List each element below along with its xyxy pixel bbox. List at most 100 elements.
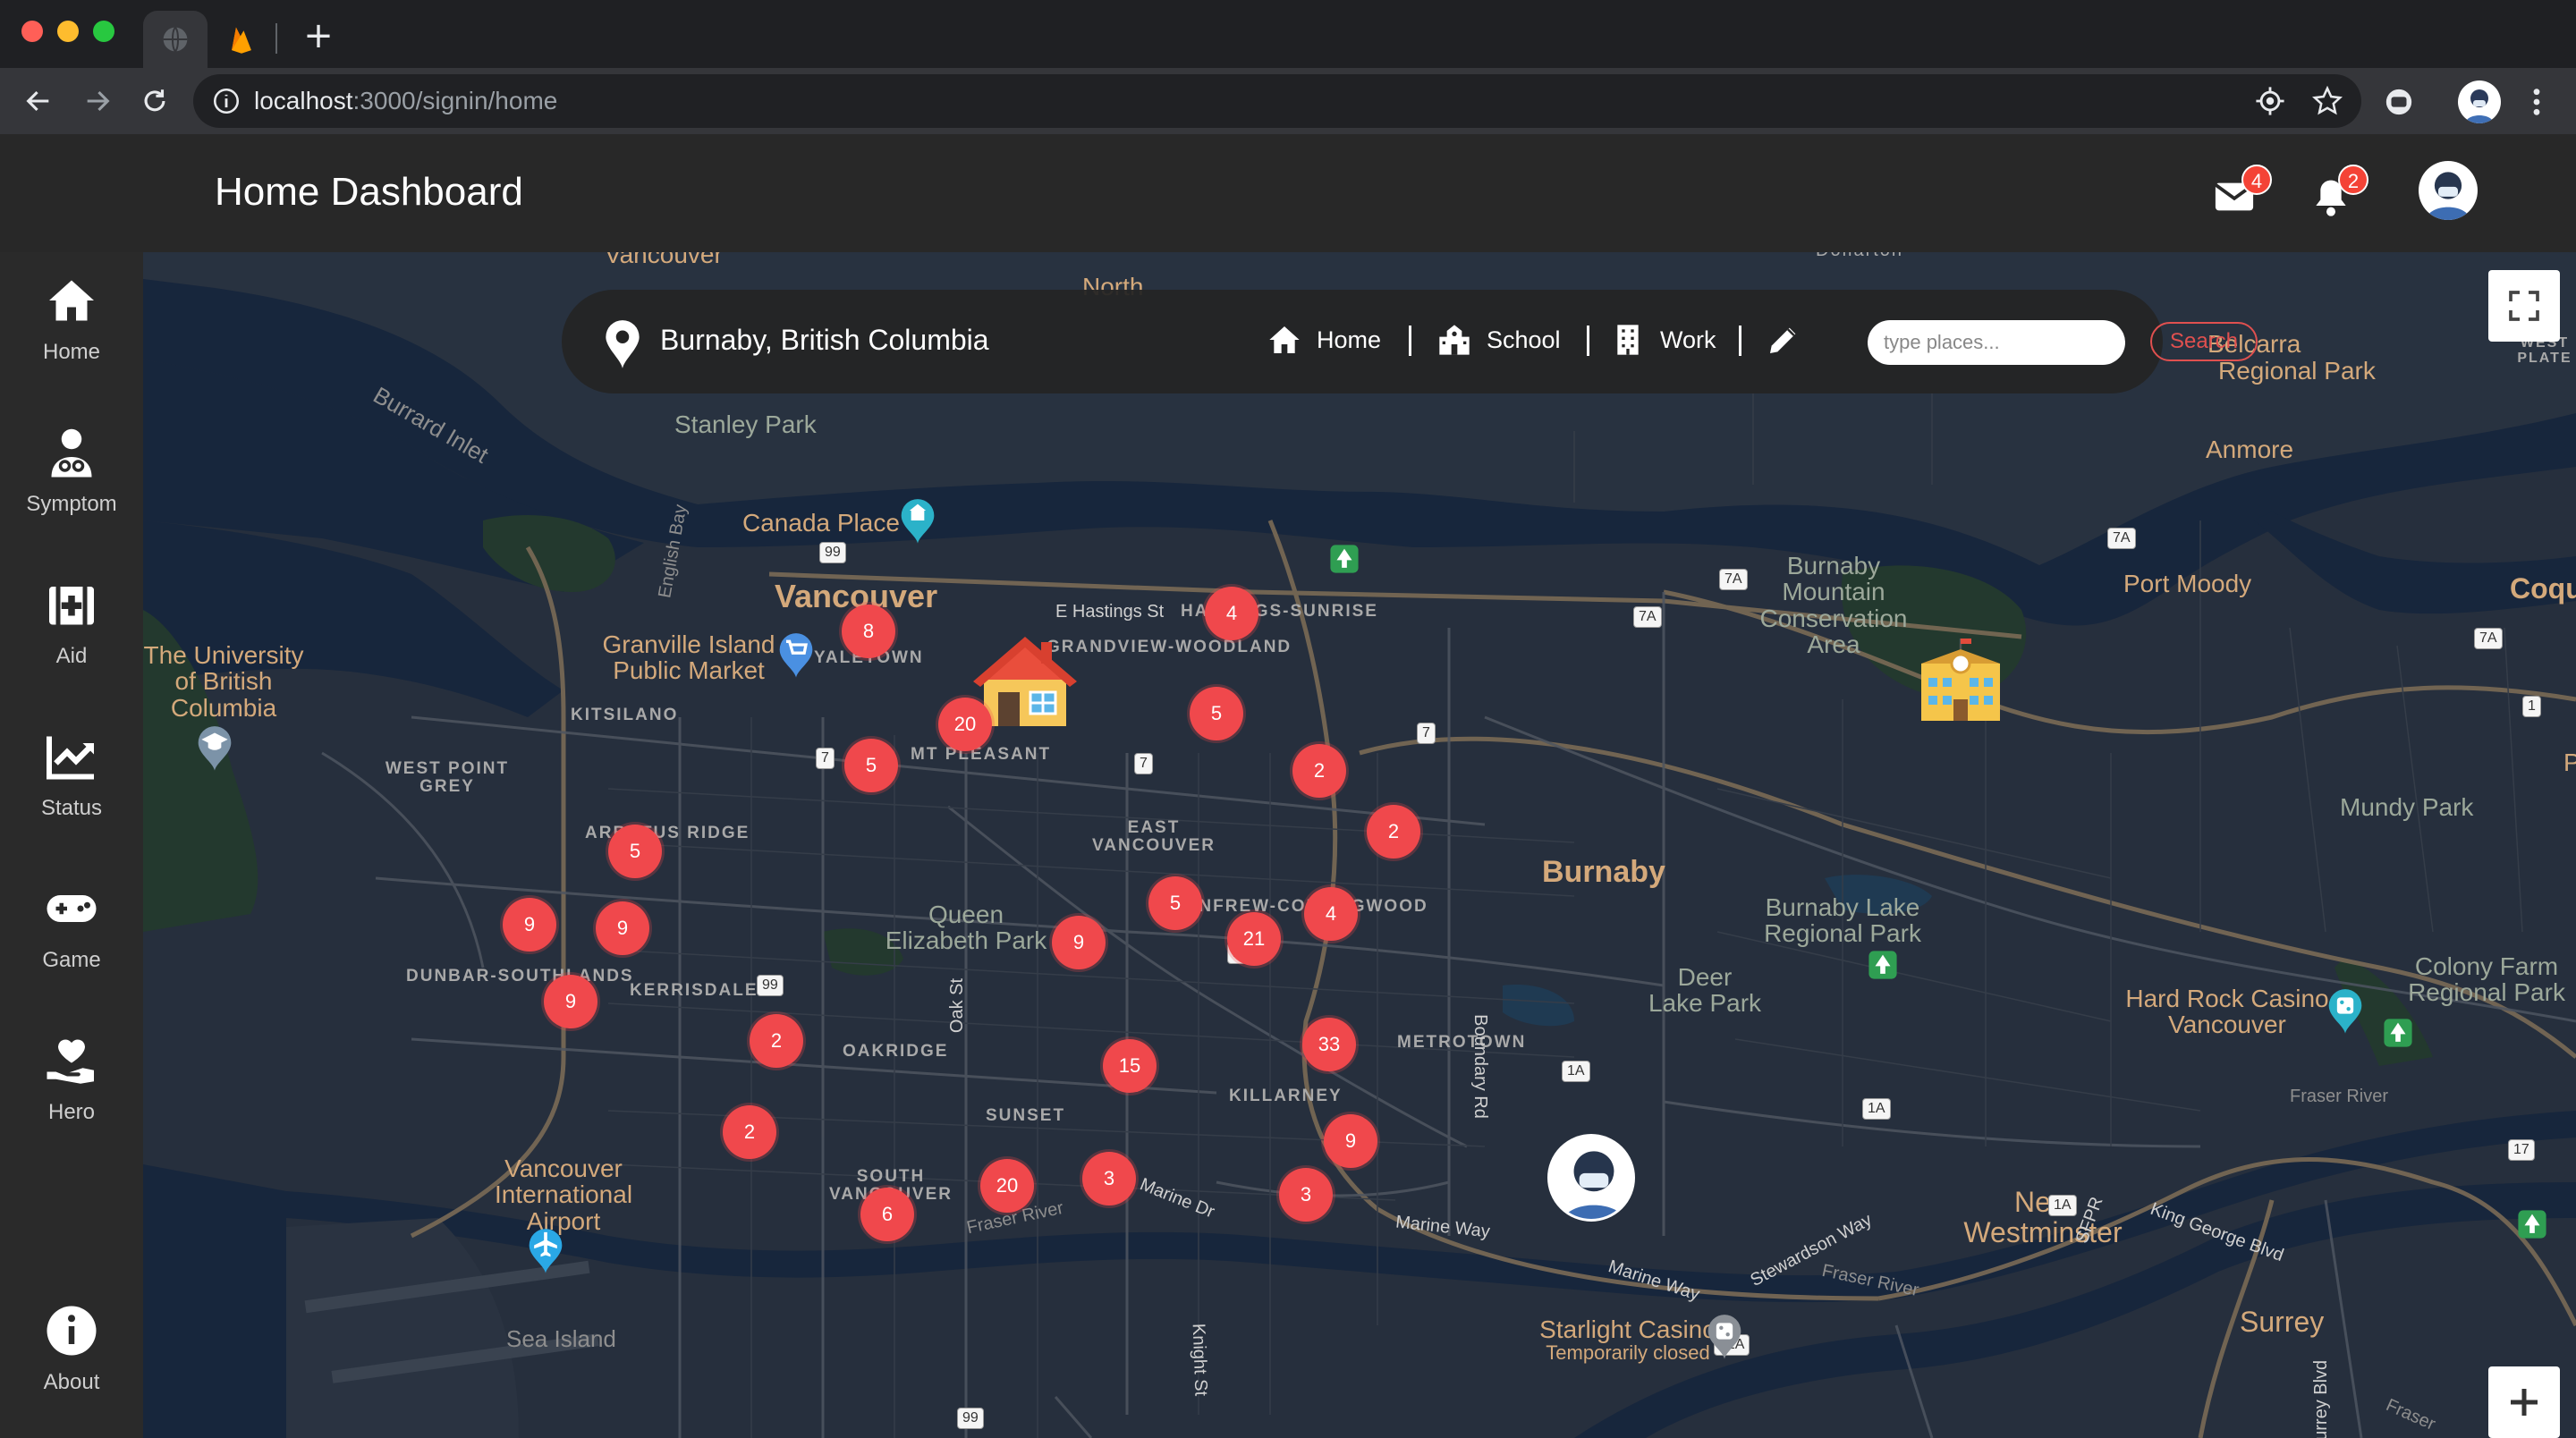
- casino-marker-icon[interactable]: [2326, 985, 2365, 1036]
- case-cluster[interactable]: 2: [750, 1014, 803, 1068]
- label-west-plate-2: PLATE: [2517, 350, 2572, 366]
- search-button[interactable]: Search: [2150, 322, 2258, 361]
- sidebar-item-game[interactable]: Game: [0, 860, 143, 994]
- label-starlight-2: Temporarily closed: [1546, 1341, 1710, 1365]
- park-marker-icon[interactable]: [1329, 544, 1360, 574]
- park-marker-icon[interactable]: [2383, 1018, 2413, 1048]
- minimize-window-button[interactable]: [57, 21, 79, 42]
- zoom-in-button[interactable]: [2488, 1366, 2560, 1438]
- browser-tab-firebase[interactable]: [215, 11, 268, 68]
- route-shield-17: 17: [2508, 1139, 2535, 1161]
- label-yvr-1: Vancouver: [504, 1155, 623, 1182]
- case-cluster[interactable]: 6: [860, 1188, 914, 1241]
- sidebar-item-about[interactable]: About: [0, 1282, 143, 1417]
- label-cf-2: Regional Park: [2408, 978, 2565, 1007]
- bookmark-button[interactable]: [2309, 83, 2345, 119]
- label-canada-place: Canada Place: [742, 509, 900, 537]
- pencil-icon: [1770, 327, 1796, 353]
- sidebar-item-status[interactable]: Status: [0, 708, 143, 842]
- case-cluster[interactable]: 2: [723, 1105, 776, 1159]
- label-killarney: KILLARNEY: [1229, 1087, 1343, 1105]
- new-tab-button[interactable]: +: [299, 16, 338, 55]
- user-location-avatar[interactable]: [1547, 1134, 1635, 1222]
- close-window-button[interactable]: [21, 21, 43, 42]
- case-cluster[interactable]: 9: [1324, 1114, 1377, 1168]
- fullscreen-button[interactable]: [2488, 270, 2560, 342]
- park-marker-icon[interactable]: [1868, 950, 1898, 980]
- shopping-cart-marker-icon[interactable]: [776, 630, 816, 680]
- case-cluster[interactable]: 3: [1279, 1168, 1333, 1222]
- case-cluster[interactable]: 8: [842, 605, 895, 658]
- forward-button[interactable]: [75, 79, 120, 123]
- extension-icon: [2385, 89, 2412, 115]
- sidebar-item-label: Aid: [55, 644, 88, 668]
- notification-count-badge: 2: [2338, 165, 2368, 195]
- back-button[interactable]: [16, 79, 61, 123]
- case-cluster[interactable]: 15: [1103, 1039, 1157, 1093]
- case-cluster[interactable]: 9: [503, 898, 556, 952]
- label-granville: Granville Island Public Market: [599, 631, 778, 684]
- label-burnaby-mountain: Burnaby Mountain Conservation Area: [1744, 553, 1923, 658]
- case-cluster[interactable]: 20: [980, 1159, 1034, 1213]
- sidebar-item-aid[interactable]: Aid: [0, 556, 143, 690]
- label-granville-1: Granville Island: [602, 630, 775, 658]
- route-shield-99: 99: [819, 542, 846, 563]
- case-cluster[interactable]: 9: [544, 975, 597, 1028]
- route-shield-7a: 7A: [2107, 528, 2136, 549]
- user-avatar[interactable]: [2419, 161, 2478, 220]
- label-dunbar: DUNBAR-SOUTHLANDS: [406, 967, 634, 985]
- airport-marker-icon[interactable]: [526, 1225, 565, 1275]
- case-cluster[interactable]: 5: [1190, 687, 1243, 740]
- place-search-input[interactable]: [1868, 320, 2125, 365]
- label-kerrisdale: KERRISDALE: [630, 981, 758, 1000]
- label-bl-1: Burnaby Lake: [1765, 893, 1920, 921]
- sidebar-item-symptom[interactable]: Symptom: [0, 404, 143, 538]
- case-cluster[interactable]: 4: [1304, 887, 1358, 941]
- case-cluster[interactable]: 5: [844, 739, 898, 792]
- label-oak-st: Oak St: [947, 977, 968, 1034]
- tab-home[interactable]: Home: [1267, 320, 1381, 360]
- url-text[interactable]: localhost:3000/signin/home: [254, 87, 557, 115]
- label-surrey-blvd: Surrey Blvd: [2311, 1359, 2332, 1438]
- reload-icon: [144, 89, 165, 112]
- case-cluster[interactable]: 9: [596, 901, 649, 955]
- label-west-point-grey: WEST POINT GREY: [376, 760, 519, 796]
- info-icon[interactable]: [211, 86, 242, 116]
- label-knight-st: Knight St: [1188, 1323, 1211, 1397]
- landmark-marker-icon[interactable]: [898, 495, 937, 546]
- case-cluster[interactable]: 3: [1082, 1152, 1136, 1205]
- address-bar[interactable]: localhost:3000/signin/home: [193, 74, 2361, 128]
- notifications-button[interactable]: 2: [2306, 165, 2368, 222]
- reload-button[interactable]: [132, 79, 177, 123]
- extension-button[interactable]: [2381, 84, 2417, 120]
- mail-button[interactable]: 4: [2209, 165, 2272, 222]
- case-cluster[interactable]: 21: [1227, 912, 1281, 966]
- sidebar-item-label: About: [43, 1370, 100, 1394]
- browser-menu-button[interactable]: [2519, 84, 2555, 120]
- profile-avatar[interactable]: [2458, 80, 2501, 123]
- sidebar-item-home[interactable]: Home: [0, 252, 143, 386]
- label-wpg-2: GREY: [419, 776, 475, 796]
- case-cluster[interactable]: 2: [1367, 805, 1420, 859]
- sidebar-item-hero[interactable]: Hero: [0, 1012, 143, 1146]
- tab-school[interactable]: School: [1436, 320, 1561, 360]
- map-base-layer[interactable]: [143, 252, 2576, 1438]
- school-location-marker-icon[interactable]: [1916, 639, 2005, 724]
- case-cluster[interactable]: 4: [1205, 587, 1258, 640]
- case-cluster[interactable]: 2: [1292, 744, 1346, 798]
- browser-tab-active[interactable]: [143, 11, 208, 68]
- park-marker-icon[interactable]: [2517, 1209, 2547, 1239]
- tab-work[interactable]: Work: [1610, 320, 1716, 360]
- edit-places-button[interactable]: [1766, 320, 1816, 360]
- case-cluster[interactable]: 9: [1052, 916, 1106, 969]
- university-marker-icon[interactable]: [195, 723, 234, 773]
- case-cluster[interactable]: 20: [938, 698, 992, 751]
- casino-marker-icon[interactable]: [1705, 1311, 1744, 1361]
- case-cluster[interactable]: 5: [608, 825, 662, 878]
- case-cluster[interactable]: 33: [1302, 1018, 1356, 1071]
- location-button[interactable]: [2252, 83, 2288, 119]
- maximize-window-button[interactable]: [93, 21, 114, 42]
- case-cluster[interactable]: 5: [1148, 876, 1202, 930]
- label-burnaby: Burnaby: [1542, 855, 1665, 889]
- map-view[interactable]: Vancouver Burnaby New Westminster Surrey…: [143, 252, 2576, 1438]
